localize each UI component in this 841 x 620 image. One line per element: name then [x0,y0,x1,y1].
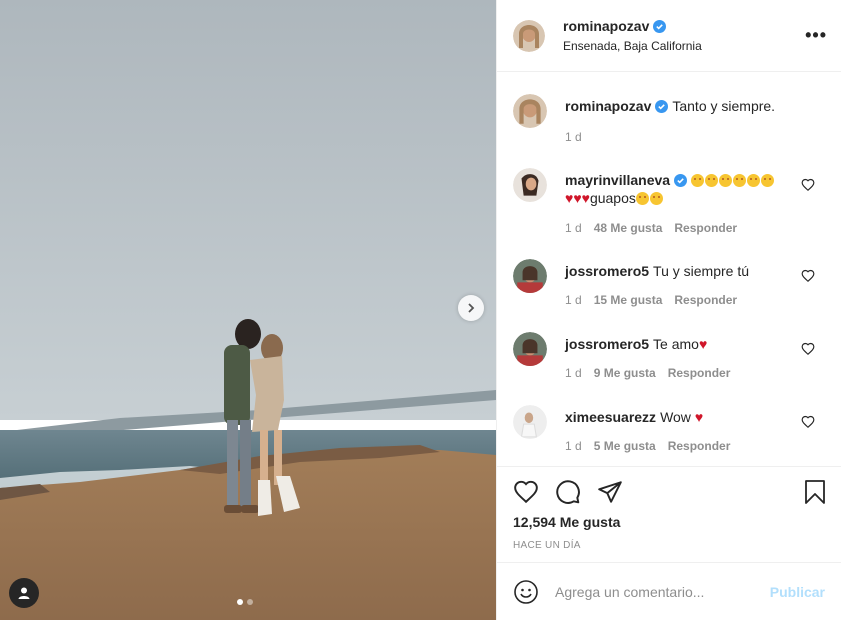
comment-likes[interactable]: 9 Me gusta [594,366,656,380]
beach-couple-photo [0,0,496,620]
caption-username[interactable]: rominapozav [565,98,651,114]
smile-emoji [635,190,664,206]
comment-likes[interactable]: 5 Me gusta [594,439,656,453]
comment-likes[interactable]: 48 Me gusta [594,221,663,235]
comments-list[interactable]: rominapozav Tanto y siempre. 1 d mayrinvi… [497,72,841,466]
red-hearts-emoji: ♥♥♥ [565,190,590,206]
reply-button[interactable]: Responder [668,439,731,453]
verified-badge-icon [653,20,667,33]
more-options-icon[interactable]: ••• [805,26,827,44]
comment-username[interactable]: jossromero5 [565,336,649,352]
post-header: rominapozav Ensenada, Baja California ••… [497,0,841,72]
post-panel: rominapozav Ensenada, Baja California ••… [496,0,841,620]
heart-eyes-emoji [691,172,775,188]
reply-button[interactable]: Responder [674,293,737,307]
caption-text: Tanto y siempre. [672,98,776,114]
comment-time: 1 d [565,366,582,380]
commenter-avatar[interactable] [513,168,547,202]
post-location[interactable]: Ensenada, Baja California [563,39,702,53]
reply-button[interactable]: Responder [674,221,737,235]
post-photo[interactable] [0,0,496,620]
heart-icon[interactable] [801,269,815,283]
comment-time: 1 d [565,221,582,235]
comment-text: guapos [589,190,636,206]
likes-count[interactable]: 12,594 Me gusta [513,514,620,530]
comment-time: 1 d [565,293,582,307]
caption-time: 1 d [565,130,582,144]
post-actions: 12,594 Me gusta HACE UN DÍA [497,466,841,562]
comment-input[interactable] [555,583,755,600]
next-photo-button[interactable] [458,295,484,321]
comment-text: Te amo [653,336,699,352]
share-icon[interactable] [597,479,623,505]
carousel-dot [247,599,253,605]
red-heart-emoji: ♥ [698,336,708,352]
heart-icon[interactable] [801,415,815,429]
like-heart-icon[interactable] [513,479,539,505]
commenter-avatar[interactable] [513,405,547,439]
emoji-icon[interactable] [513,579,539,605]
comment-username[interactable]: ximeesuarezz [565,409,656,425]
verified-badge-icon [674,174,688,187]
author-avatar[interactable] [513,19,545,52]
post-time[interactable]: HACE UN DÍA [513,540,581,551]
carousel-indicator [237,599,253,605]
heart-icon[interactable] [801,342,815,356]
comment-text: Wow [660,409,691,425]
author-avatar[interactable] [513,94,547,128]
chevron-right-icon [468,303,475,313]
comment-text: Tu y siempre tú [653,263,750,279]
comment-likes[interactable]: 15 Me gusta [594,293,663,307]
save-icon[interactable] [803,479,827,505]
comment-icon[interactable] [555,479,581,505]
comment-time: 1 d [565,439,582,453]
comment-username[interactable]: jossromero5 [565,263,649,279]
comment-composer: Publicar [497,562,841,620]
verified-badge-icon [655,100,669,113]
carousel-dot-active [237,599,243,605]
comment-username[interactable]: mayrinvillaneva [565,172,670,188]
red-heart-emoji: ♥ [694,409,704,425]
author-username[interactable]: rominapozav [563,18,649,34]
user-tag-icon [18,587,30,599]
reply-button[interactable]: Responder [668,366,731,380]
commenter-avatar[interactable] [513,332,547,366]
commenter-avatar[interactable] [513,259,547,293]
publish-button[interactable]: Publicar [770,584,825,600]
user-tag-button[interactable] [9,578,39,608]
heart-icon[interactable] [801,178,815,192]
